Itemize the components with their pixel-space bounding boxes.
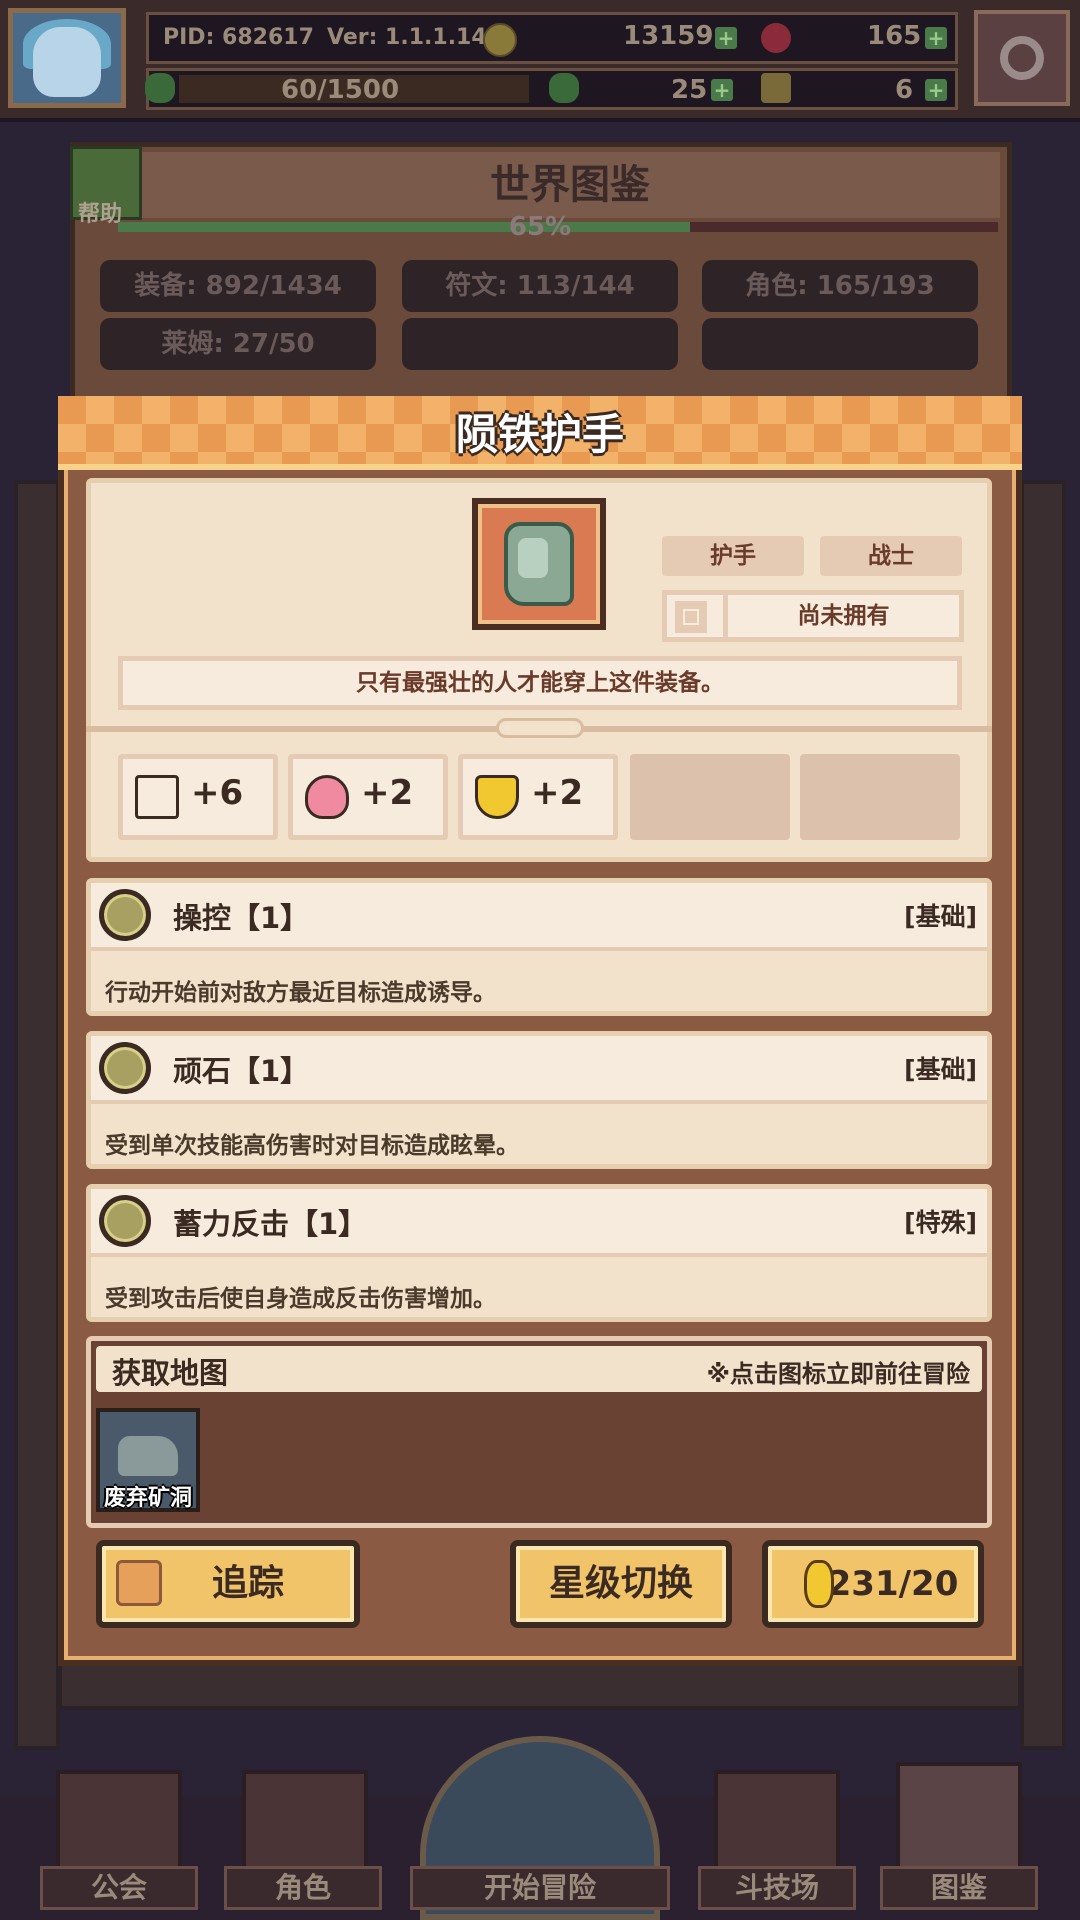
add-clover-button[interactable]: +	[711, 79, 733, 101]
mine-rock-icon	[118, 1436, 178, 1476]
ruby-gem-icon	[761, 23, 791, 53]
currency-bar-top: PID: 682617 Ver: 1.1.1.14 13159 + 165 +	[146, 12, 958, 64]
atlas-progress-fill	[118, 222, 690, 232]
skill-description: 行动开始前对敌方最近目标造成诱导。	[105, 980, 496, 1006]
item-name-title: 陨铁护手	[455, 410, 624, 459]
stat-slot-2: +2	[288, 754, 448, 840]
currency-bar-bottom: 60/1500 25 + 6 +	[145, 68, 958, 110]
gear-icon	[1000, 36, 1044, 80]
heart-icon	[305, 775, 349, 819]
skill-card-2: 顽石【1】 [基础] 受到单次技能高伤害时对目标造成眩晕。	[86, 1031, 992, 1169]
acquire-map-label: 获取地图	[112, 1356, 229, 1390]
atlas-stat-empty-2	[702, 318, 978, 370]
skill-type: [基础]	[904, 1055, 977, 1084]
owned-status-box: 尚未拥有	[662, 590, 964, 642]
skill-card-3: 蓄力反击【1】 [特殊] 受到攻击后使自身造成反击伤害增加。	[86, 1184, 992, 1322]
skill-name: 顽石【1】	[173, 1054, 310, 1088]
acquire-map-hint: ※点击图标立即前往冒险	[706, 1360, 970, 1388]
atlas-progress-percent: 65%	[508, 212, 572, 242]
track-button[interactable]: 追踪	[96, 1540, 360, 1628]
map-tile-label: 废弃矿洞	[103, 1486, 192, 1511]
gold-coin-icon	[483, 23, 517, 57]
nav-arena-label: 斗技场	[698, 1866, 856, 1910]
avatar-face	[33, 27, 101, 97]
skill-description: 受到攻击后使自身造成反击伤害增加。	[105, 1286, 496, 1312]
clover-icon	[145, 73, 175, 103]
stat-slot-1: +6	[118, 754, 278, 840]
divider-ornament	[496, 718, 584, 738]
acquire-map-header: 获取地图 ※点击图标立即前往冒险	[96, 1346, 982, 1392]
add-gold-button[interactable]: +	[715, 27, 737, 49]
stat-value-3: +2	[531, 773, 584, 813]
item-description: 只有最强壮的人才能穿上这件装备。	[118, 656, 962, 710]
atlas-stat-empty-1	[402, 318, 678, 370]
game-version: Ver: 1.1.1.14	[327, 25, 487, 50]
energy-amount: 60/1500	[281, 75, 400, 105]
stat-slot-empty-1	[630, 754, 790, 840]
stat-value-1: +6	[191, 773, 244, 813]
right-rail	[1020, 480, 1066, 1750]
atlas-title: 世界图鉴	[140, 152, 1000, 218]
star-switch-label: 星级切换	[548, 1563, 693, 1604]
panel-footer	[58, 1660, 1022, 1710]
nav-character-label: 角色	[224, 1866, 382, 1910]
owned-status-text: 尚未拥有	[723, 595, 959, 637]
player-avatar[interactable]	[8, 8, 126, 108]
atlas-stat-slimes: 莱姆: 27/50	[100, 318, 376, 370]
key-icon	[761, 73, 791, 103]
add-gems-button[interactable]: +	[925, 27, 947, 49]
settings-gear-button[interactable]	[974, 10, 1070, 106]
inventory-slot-icon	[675, 601, 707, 633]
nav-guild-label: 公会	[40, 1866, 198, 1910]
track-button-label: 追踪	[211, 1563, 284, 1604]
thumbs-up-icon	[116, 1560, 162, 1606]
skill-name: 操控【1】	[173, 901, 310, 935]
gem-amount: 165	[867, 21, 922, 51]
ore-count-button[interactable]: 231/20	[762, 1540, 984, 1628]
gold-ore-icon	[804, 1560, 834, 1608]
shield-icon	[475, 775, 519, 819]
atlas-stat-equipment: 装备: 892/1434	[100, 260, 376, 312]
skill-control-icon	[99, 889, 151, 941]
gold-amount: 13159	[623, 21, 714, 51]
skill-stone-icon	[99, 1042, 151, 1094]
stat-slot-3: +2	[458, 754, 618, 840]
skill-name: 蓄力反击【1】	[173, 1207, 368, 1241]
ore-count-label: 231/20	[827, 1564, 959, 1604]
stat-value-2: +2	[361, 773, 414, 813]
key-amount: 6	[895, 75, 914, 105]
skill-description: 受到单次技能高伤害时对目标造成眩晕。	[105, 1133, 519, 1159]
atlas-stat-characters: 角色: 165/193	[702, 260, 978, 312]
clover-amount: 25	[671, 75, 708, 105]
star-switch-button[interactable]: 星级切换	[510, 1540, 732, 1628]
item-class-tag: 战士	[820, 536, 962, 576]
add-keys-button[interactable]: +	[925, 79, 947, 101]
skill-card-1: 操控【1】 [基础] 行动开始前对敌方最近目标造成诱导。	[86, 878, 992, 1016]
skill-counter-icon	[99, 1195, 151, 1247]
gauntlet-icon	[504, 522, 574, 606]
clover-token-icon	[549, 73, 579, 103]
player-id: PID: 682617	[163, 25, 314, 50]
nav-start-adventure-label: 开始冒险	[410, 1866, 670, 1910]
item-portrait	[472, 498, 606, 630]
atlas-stat-runes: 符文: 113/144	[402, 260, 678, 312]
book-icon	[135, 775, 179, 819]
skill-type: [特殊]	[904, 1208, 977, 1237]
item-slot-tag: 护手	[662, 536, 804, 576]
left-rail	[14, 480, 60, 1750]
stat-slot-empty-2	[800, 754, 960, 840]
skill-type: [基础]	[904, 902, 977, 931]
nav-atlas-label: 图鉴	[880, 1866, 1038, 1910]
